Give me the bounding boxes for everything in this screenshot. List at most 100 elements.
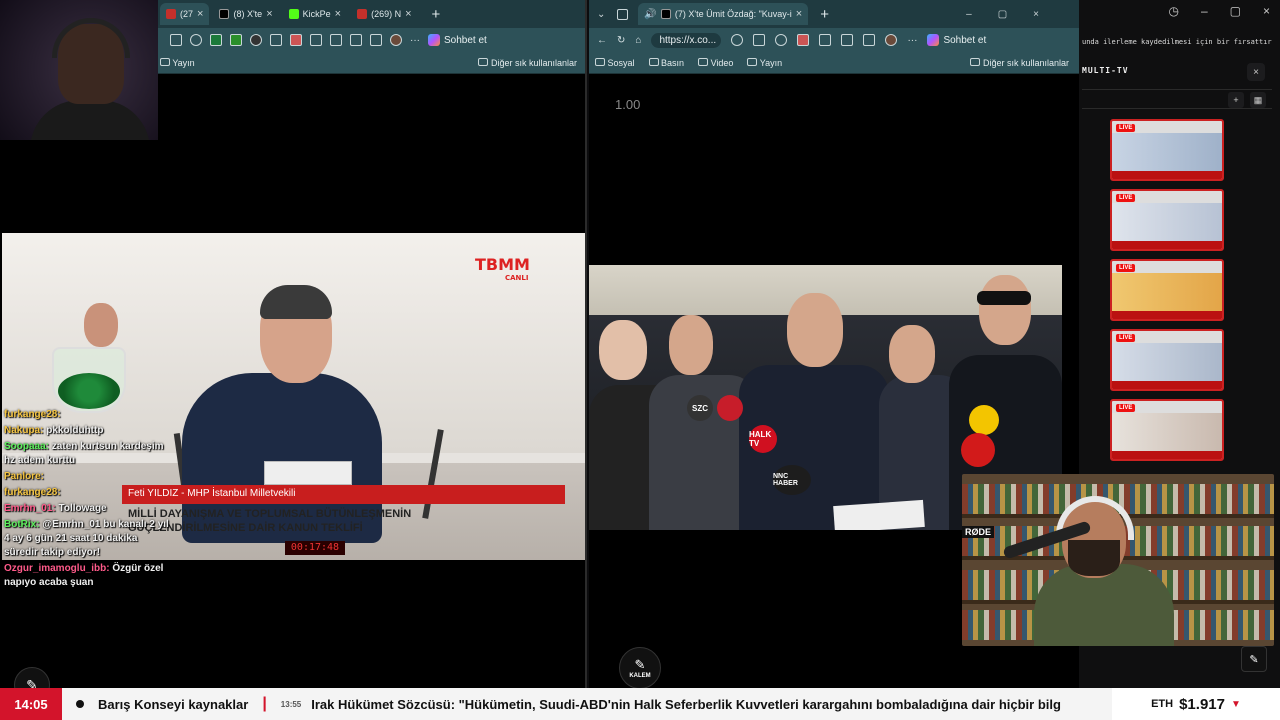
collections-icon[interactable] [350,34,362,46]
workspaces-icon[interactable] [617,8,629,20]
pen-tool-button[interactable]: ✎ KALEM [619,647,661,688]
folder-icon [747,57,758,66]
read-aloud-icon[interactable] [753,34,766,46]
tv-thumbnail[interactable]: LIVE [1110,119,1224,181]
x-logo-icon [660,9,671,19]
new-tab-button[interactable]: + [432,6,441,23]
avatar[interactable] [390,34,402,46]
add-icon[interactable]: + [1228,92,1244,108]
bookmark-label: Basın [661,57,685,68]
pen-button[interactable]: ✎ [1241,646,1267,672]
more-icon[interactable]: ··· [907,35,917,46]
emote-person [84,303,118,347]
refresh-icon[interactable]: ↻ [617,35,625,46]
other-bookmarks[interactable]: Diğer sık kullanılanlar [478,57,577,68]
favorite-star-icon[interactable] [190,34,202,46]
history-icon[interactable]: ◷ [1168,4,1178,18]
close-icon: × [1253,66,1259,78]
puzzle-icon[interactable] [819,34,832,46]
copilot-button[interactable]: Sohbet et [927,34,986,46]
close-icon[interactable]: × [197,8,203,20]
translate-icon[interactable] [270,34,282,46]
extension-icon[interactable] [290,34,302,46]
minimize-icon[interactable]: – [1201,4,1208,18]
other-bookmarks[interactable]: Diğer sık kullanılanlar [970,57,1069,68]
favorite-star-icon[interactable] [775,34,788,46]
tab-label: KickPe [302,9,331,19]
collections-icon[interactable] [863,34,876,46]
left-webcam [0,0,158,140]
folder-icon [698,57,709,66]
close-icon[interactable]: × [335,8,341,20]
bookmark-basin[interactable]: Basın [648,57,685,68]
close-icon[interactable]: × [1263,4,1270,18]
youtube-icon [166,9,176,19]
tv-thumbnail[interactable]: LIVE [1110,189,1224,251]
grid-icon[interactable]: ▦ [1250,92,1266,108]
tools-icon[interactable] [370,34,382,46]
ticker-timestamp: 13:55 [280,699,302,709]
bookmark-video[interactable]: Video [698,57,734,68]
more-icon[interactable]: ··· [410,35,420,46]
pen-icon: ✎ [634,657,646,672]
close-icon[interactable]: × [405,8,411,20]
tv-thumbnail[interactable]: LIVE [1110,399,1224,461]
address-bar[interactable]: https://x.co... [651,32,722,48]
tab-youtube-269[interactable]: (269) N × [351,3,417,25]
close-icon[interactable]: × [266,8,272,20]
tab-youtube-27[interactable]: (27 × [160,3,210,25]
puzzle-icon[interactable] [310,34,322,46]
back-icon[interactable]: ← [597,35,607,46]
tab-kick[interactable]: KickPe × [283,3,347,25]
bookmark-sosyal[interactable]: Sosyal [595,57,635,68]
person-face [669,315,713,375]
chat-username: Panlore: [4,471,45,482]
sidebar-icon[interactable] [330,34,342,46]
mic-flag-nnc: NNC HABER [773,465,811,495]
mic-flag [969,405,999,435]
close-icon[interactable]: × [796,8,802,20]
avatar[interactable] [885,34,898,46]
chat-message: furkange28: [4,408,174,422]
panel-toolbar: + ▦ [1082,89,1272,109]
extension-icon[interactable] [210,34,222,46]
tab-label: (269) N [371,9,402,19]
maximize-icon[interactable]: ▢ [1230,4,1241,18]
main-speaker-face [787,293,843,367]
folder-icon [648,57,659,66]
name-strap: Feti YILDIZ - MHP İstanbul Milletvekili [122,485,565,504]
thumbnail-caption [1112,171,1222,179]
person-face [979,275,1031,345]
tv-thumbnail[interactable]: LIVE [1110,259,1224,321]
thumbnail-scene [1112,273,1222,311]
mic-flag [717,395,743,421]
split-screen-icon[interactable] [170,34,182,46]
bookmark-yayin[interactable]: Yayın [160,57,195,68]
window-controls[interactable]: –▢× [966,9,1065,20]
ticker-headline-2: Irak Hükümet Sözcüsü: "Hükümetin, Suudi-… [311,696,1061,712]
zoom-icon[interactable] [731,34,744,46]
tab-x-ozdag[interactable]: 🔊 (7) X'te Ümit Özdağ: "Kuvay-i × [638,3,809,25]
live-badge: LIVE [1116,334,1136,342]
bookmark-yayin[interactable]: Yayın [747,57,782,68]
new-tab-button[interactable]: + [820,6,829,23]
tab-list-icon[interactable]: ⌄ [597,9,605,20]
thumbnail-scene [1112,133,1222,171]
panel-close-button[interactable]: × [1247,63,1265,81]
extension-icon[interactable] [797,34,810,46]
chat-username: furkange28: [4,409,61,420]
ticker-dot [76,700,84,708]
extension-icon[interactable] [230,34,242,46]
copilot-button[interactable]: Sohbet et [428,34,487,46]
right-tab-strip: ⌄ 🔊 (7) X'te Ümit Özdağ: "Kuvay-i × + –▢… [589,0,1079,28]
home-icon[interactable]: ⌂ [635,35,641,46]
chat-message: Panlore: [4,470,174,484]
bookmark-label: Video [710,57,734,68]
headline-line-2: GÜÇLENDİRİLMESİNE DAİR KANUN TEKLİFİ [128,522,363,534]
tab-x-8[interactable]: (8) X'te × [213,3,278,25]
tv-thumbnail[interactable]: LIVE [1110,329,1224,391]
sidebar-icon[interactable] [841,34,854,46]
extension-icon[interactable] [250,34,262,46]
copilot-label: Sohbet et [943,34,987,46]
document-paper [264,461,352,485]
